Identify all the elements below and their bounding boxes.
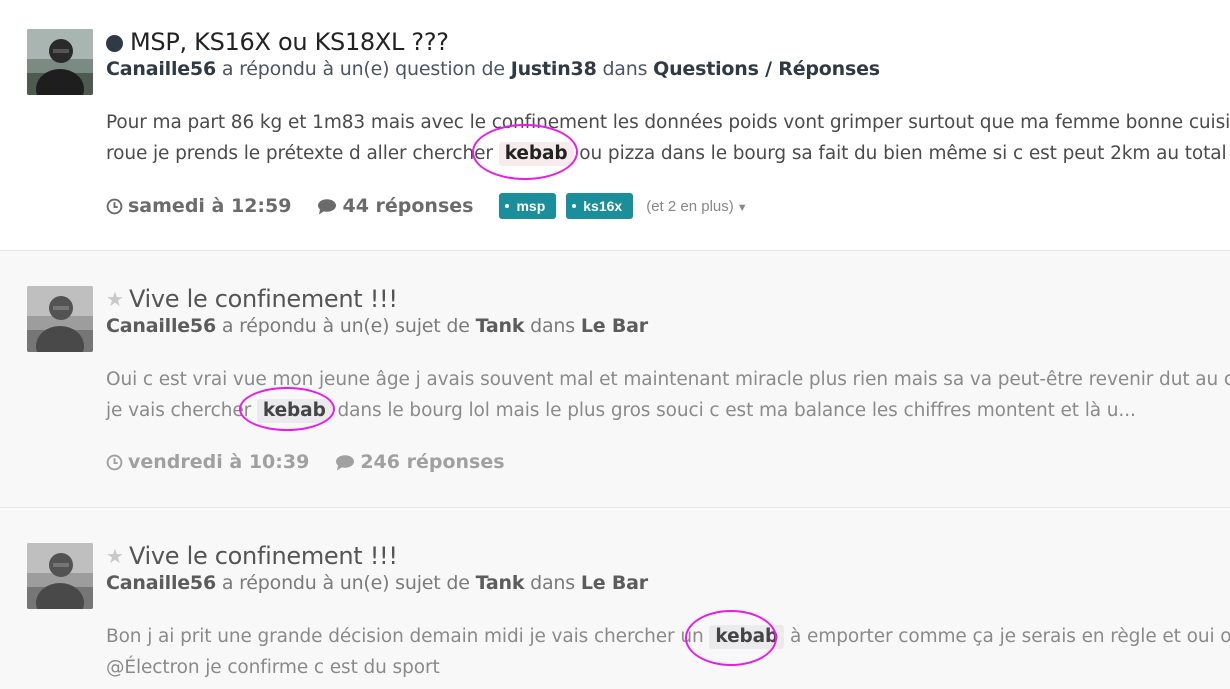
search-result-2: ★ Vive le confinement !!! Canaille56 a r… [0,251,1230,507]
avatar-image [27,29,93,95]
action-text: a répondu à un(e) question de [221,58,505,80]
target-user-link[interactable]: Tank [476,315,525,337]
snippet-text: roue je prends le prétexte d aller cherc… [106,143,493,164]
tag-msp[interactable]: msp [499,193,557,219]
avatar[interactable] [27,29,93,95]
target-user-link[interactable]: Tank [476,572,525,594]
result-title-row: ★ Vive le confinement !!! [106,284,398,314]
result-snippet: Pour ma part 86 kg et 1m83 mais avec le … [106,107,1230,169]
snippet-line: je vais chercher kebab dans le bourg lol… [106,395,1230,426]
action-text: a répondu à un(e) sujet de [221,315,470,337]
result-snippet: Bon j ai prit une grande décision demain… [106,621,1230,683]
snippet-line: Oui c est vrai vue mon jeune âge j avais… [106,369,1230,390]
replies-stat: 246 réponses [335,451,505,473]
author-link[interactable]: Canaille56 [106,58,216,80]
result-title[interactable]: Vive le confinement !!! [129,285,398,313]
result-meta: Canaille56 a répondu à un(e) sujet de Ta… [106,315,648,337]
result-stats: samedi à 12:59 44 réponses msp ks16x (et… [106,193,748,219]
result-date[interactable]: vendredi à 10:39 [128,451,309,473]
replies-stat: 44 réponses [317,195,473,217]
author-link[interactable]: Canaille56 [106,572,216,594]
clock-icon [106,198,123,214]
result-title[interactable]: MSP, KS16X ou KS18XL ??? [130,28,449,56]
clock-icon [106,454,123,470]
snippet-line: @Électron je confirme c est du sport [106,657,440,678]
caret-down-icon: ▼ [736,201,748,214]
snippet-text: je vais chercher [106,400,252,421]
more-tags-label: (et 2 en plus) [646,197,734,215]
snippet-line: Pour ma part 86 kg et 1m83 mais avec le … [106,112,1230,133]
forum-link[interactable]: Le Bar [581,572,648,594]
snippet-text: ou pizza dans le bourg sa fait du bien m… [579,143,1227,164]
search-highlight: kebab [256,399,332,423]
result-title-row: ★ Vive le confinement !!! [106,541,398,571]
result-date[interactable]: samedi à 12:59 [128,195,291,217]
avatar[interactable] [27,543,93,609]
snippet-text: dans le bourg lol mais le plus gros souc… [337,400,1136,421]
result-title[interactable]: Vive le confinement !!! [129,542,398,570]
search-result-1: MSP, KS16X ou KS18XL ??? Canaille56 a ré… [0,0,1230,250]
comment-icon [318,198,337,214]
author-link[interactable]: Canaille56 [106,315,216,337]
date-stat: vendredi à 10:39 [106,451,309,473]
snippet-line: roue je prends le prétexte d aller cherc… [106,138,1230,169]
more-tags-toggle[interactable]: (et 2 en plus) ▼ [646,198,747,215]
search-highlight: kebab [498,142,574,166]
forum-link[interactable]: Le Bar [581,315,648,337]
result-title-row: MSP, KS16X ou KS18XL ??? [106,27,449,57]
result-snippet: Oui c est vrai vue mon jeune âge j avais… [106,364,1230,426]
forum-link[interactable]: Questions / Réponses [653,58,880,80]
result-stats: vendredi à 10:39 246 réponses [106,451,531,473]
in-text: dans [530,572,575,594]
search-highlight: kebab [709,625,785,649]
unread-dot-icon [106,34,123,52]
reply-count: 44 réponses [342,195,474,217]
search-result-3: ★ Vive le confinement !!! Canaille56 a r… [0,508,1230,689]
avatar-image [27,543,93,609]
snippet-text: à emporter comme ça je serais en règle e… [789,626,1230,647]
target-user-link[interactable]: Justin38 [511,58,597,80]
star-icon: ★ [106,287,124,311]
avatar-image [27,286,93,352]
in-text: dans [602,58,648,80]
snippet-line: Bon j ai prit une grande décision demain… [106,621,1230,652]
result-meta: Canaille56 a répondu à un(e) sujet de Ta… [106,572,648,594]
snippet-text: Bon j ai prit une grande décision demain… [106,626,704,647]
reply-count: 246 réponses [360,451,505,473]
date-stat: samedi à 12:59 [106,195,291,217]
star-icon: ★ [106,544,124,568]
in-text: dans [530,315,575,337]
result-meta: Canaille56 a répondu à un(e) question de… [106,58,880,80]
avatar[interactable] [27,286,93,352]
tag-ks16x[interactable]: ks16x [566,193,634,219]
comment-icon [336,454,355,470]
action-text: a répondu à un(e) sujet de [221,572,470,594]
